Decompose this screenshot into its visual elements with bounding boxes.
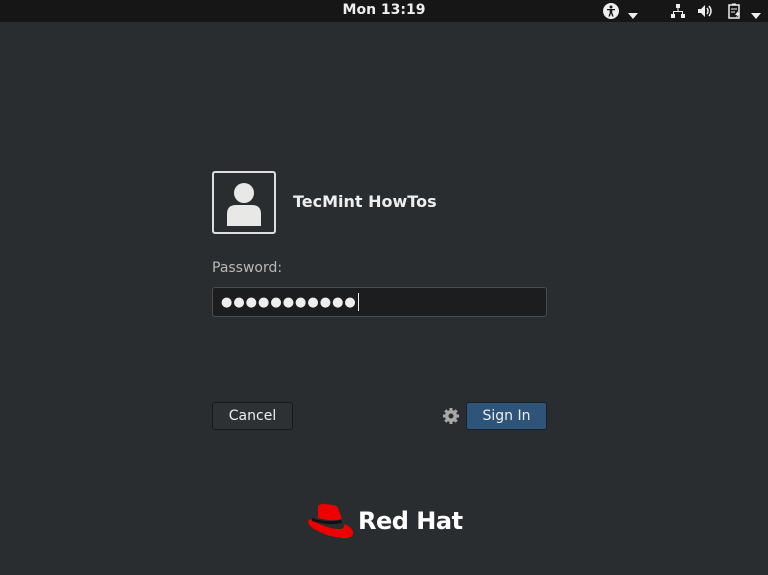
red-hat-logo: Red Hat	[304, 502, 463, 540]
red-hat-icon	[308, 503, 354, 539]
top-bar: Mon 13:19	[0, 0, 768, 22]
password-input[interactable]: ●●●●●●●●●●●	[212, 287, 547, 317]
user-avatar	[212, 171, 276, 234]
clock[interactable]: Mon 13:19	[0, 2, 768, 18]
password-value: ●●●●●●●●●●●	[221, 294, 357, 310]
chevron-down-icon[interactable]	[751, 8, 761, 24]
cancel-button[interactable]: Cancel	[212, 402, 293, 430]
user-icon	[227, 183, 261, 226]
text-caret	[357, 293, 360, 311]
battery-icon[interactable]	[727, 3, 743, 19]
gear-icon[interactable]	[442, 407, 460, 425]
username-label: TecMint HowTos	[293, 192, 437, 211]
sign-in-button[interactable]: Sign In	[466, 402, 547, 430]
password-label: Password:	[212, 260, 283, 276]
logo-text: Red Hat	[358, 507, 463, 535]
network-icon[interactable]	[670, 3, 686, 19]
accessibility-icon[interactable]	[603, 3, 619, 19]
volume-icon[interactable]	[697, 3, 713, 19]
chevron-down-icon[interactable]	[628, 8, 638, 24]
